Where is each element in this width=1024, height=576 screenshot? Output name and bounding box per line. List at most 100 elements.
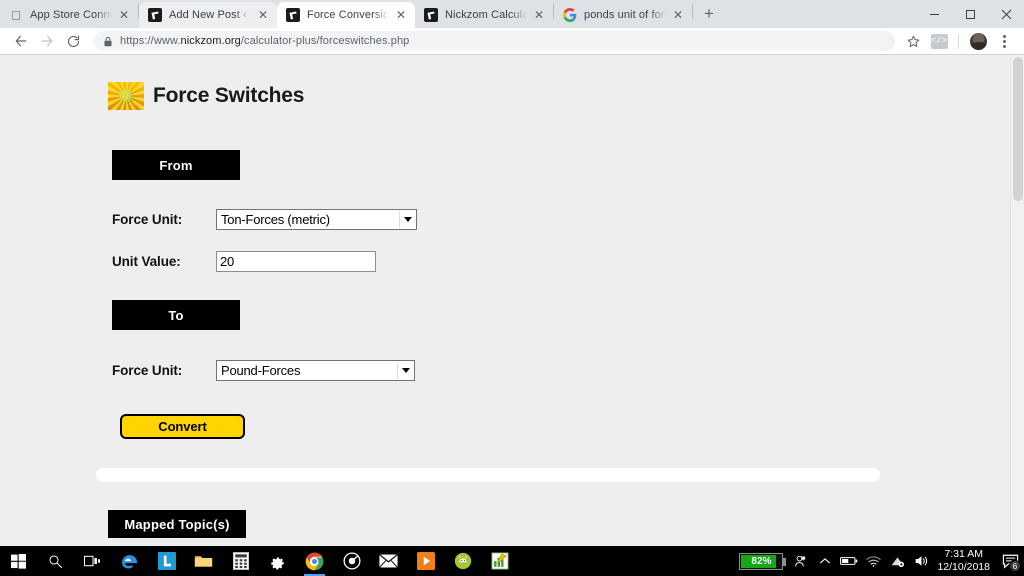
kebab-menu-icon[interactable] bbox=[992, 29, 1016, 53]
toolbar-actions: </> bbox=[901, 29, 1016, 53]
conversion-form: From Force Unit: Ton-Forces (metric) Uni… bbox=[0, 150, 1010, 546]
network-icon[interactable] bbox=[885, 546, 909, 576]
volume-icon[interactable] bbox=[909, 546, 933, 576]
tab-title: Add New Post ‹ Nickzom Blog bbox=[169, 9, 251, 21]
action-center-icon[interactable]: 6 bbox=[996, 546, 1024, 576]
star-icon[interactable] bbox=[901, 29, 925, 53]
reload-icon[interactable] bbox=[60, 28, 86, 54]
url-domain: nickzom.org bbox=[180, 35, 241, 47]
tab-divider bbox=[692, 4, 693, 19]
tab-title: ponds unit of force - Google S bbox=[584, 9, 666, 21]
close-icon[interactable]: ✕ bbox=[255, 7, 271, 23]
browser-tab-strip:  App Store Connect ✕ Add New Post ‹ Nic… bbox=[0, 0, 1024, 28]
tab-app-store-connect[interactable]:  App Store Connect ✕ bbox=[0, 2, 138, 28]
letter-l-icon[interactable] bbox=[148, 546, 185, 576]
result-bar bbox=[96, 468, 880, 482]
battery-icon[interactable] bbox=[837, 546, 861, 576]
unit-value-input[interactable] bbox=[216, 250, 376, 272]
section-badge-mapped-topics: Mapped Topic(s) bbox=[108, 510, 246, 538]
url-text: https://www.nickzom.org/calculator-plus/… bbox=[120, 35, 409, 47]
target-icon[interactable] bbox=[333, 546, 370, 576]
clock-date: 12/10/2018 bbox=[937, 561, 990, 573]
start-button[interactable] bbox=[0, 546, 37, 576]
tab-google-search[interactable]: ponds unit of force - Google S ✕ bbox=[554, 2, 692, 28]
tab-add-new-post[interactable]: Add New Post ‹ Nickzom Blog ✕ bbox=[139, 2, 277, 28]
browser-toolbar: https://www.nickzom.org/calculator-plus/… bbox=[0, 28, 1024, 55]
nickzom-icon bbox=[286, 8, 300, 22]
tab-nickzom-calculator-plus[interactable]: Nickzom Calculator+ ✕ bbox=[415, 2, 553, 28]
screen:  App Store Connect ✕ Add New Post ‹ Nic… bbox=[0, 0, 1024, 576]
notification-count-badge: 6 bbox=[1009, 560, 1021, 572]
address-bar[interactable]: https://www.nickzom.org/calculator-plus/… bbox=[94, 31, 895, 51]
forward-arrow-icon bbox=[34, 28, 60, 54]
nickzom-icon bbox=[148, 8, 162, 22]
taskbar-apps bbox=[0, 546, 518, 576]
close-icon[interactable]: ✕ bbox=[393, 7, 409, 23]
section-badge-from: From bbox=[112, 150, 240, 180]
tab-title: Nickzom Calculator+ bbox=[445, 9, 527, 21]
apple-icon:  bbox=[9, 8, 23, 22]
tab-title: App Store Connect bbox=[30, 9, 112, 21]
avatar[interactable] bbox=[966, 29, 990, 53]
tab-force-conversion[interactable]: Force Conversion ✕ bbox=[277, 2, 415, 28]
clock[interactable]: 7:31 AM 12/10/2018 bbox=[933, 546, 996, 576]
clock-time: 7:31 AM bbox=[944, 548, 983, 560]
section-badge-to: To bbox=[112, 300, 240, 330]
chevron-down-icon bbox=[404, 217, 412, 222]
lock-icon bbox=[102, 36, 113, 47]
close-icon[interactable]: ✕ bbox=[670, 7, 686, 23]
folder-icon[interactable] bbox=[185, 546, 222, 576]
url-path: /calculator-plus/forceswitches.php bbox=[240, 35, 410, 47]
window-controls bbox=[916, 0, 1024, 28]
nickzom-icon bbox=[424, 8, 438, 22]
select-divider bbox=[399, 210, 400, 228]
minimize-icon[interactable] bbox=[916, 0, 952, 28]
edge-icon[interactable] bbox=[111, 546, 148, 576]
extension-label: </> bbox=[930, 33, 948, 49]
from-unit-row: Force Unit: Ton-Forces (metric) bbox=[112, 207, 1010, 231]
play-icon[interactable] bbox=[407, 546, 444, 576]
task-view-icon[interactable] bbox=[74, 546, 111, 576]
from-value-row: Unit Value: bbox=[112, 249, 1010, 273]
from-force-unit-value: Ton-Forces (metric) bbox=[221, 211, 330, 227]
battery-percentage-widget[interactable]: 82% bbox=[739, 552, 787, 570]
from-force-unit-select[interactable]: Ton-Forces (metric) bbox=[216, 208, 417, 230]
gear-icon[interactable] bbox=[259, 546, 296, 576]
to-unit-row: Force Unit: Pound-Forces bbox=[112, 358, 1010, 382]
chevron-down-icon bbox=[402, 368, 410, 373]
sunflower-logo bbox=[108, 82, 144, 110]
people-icon[interactable] bbox=[789, 546, 813, 576]
extension-badge[interactable]: </> bbox=[927, 29, 951, 53]
search-icon[interactable] bbox=[37, 546, 74, 576]
new-tab-button[interactable]: + bbox=[695, 0, 723, 27]
android-icon[interactable] bbox=[444, 546, 481, 576]
page-title: Force Switches bbox=[153, 84, 305, 107]
to-force-unit-select[interactable]: Pound-Forces bbox=[216, 359, 415, 381]
google-icon bbox=[563, 8, 577, 22]
to-unit-label: Force Unit: bbox=[112, 362, 183, 378]
from-unit-label: Force Unit: bbox=[112, 211, 183, 227]
close-icon[interactable]: ✕ bbox=[116, 7, 132, 23]
convert-button[interactable]: Convert bbox=[120, 414, 245, 439]
back-arrow-icon[interactable] bbox=[8, 28, 34, 54]
page-scrollbar[interactable] bbox=[1010, 55, 1024, 546]
toolbar-divider bbox=[958, 33, 959, 49]
maximize-icon[interactable] bbox=[952, 0, 988, 28]
select-divider bbox=[397, 361, 398, 379]
windows-taskbar: 82% 7:31 AM 12/10/2018 6 bbox=[0, 546, 1024, 576]
wifi-icon[interactable] bbox=[861, 546, 885, 576]
page-header: Force Switches bbox=[0, 55, 1010, 110]
scrollbar-thumb[interactable] bbox=[1013, 57, 1023, 201]
chrome-icon[interactable] bbox=[296, 546, 333, 576]
tab-title: Force Conversion bbox=[307, 9, 389, 21]
close-icon[interactable] bbox=[988, 0, 1024, 28]
close-icon[interactable]: ✕ bbox=[531, 7, 547, 23]
calculator-icon[interactable] bbox=[222, 546, 259, 576]
url-scheme: https://www. bbox=[120, 35, 181, 47]
system-tray: 82% 7:31 AM 12/10/2018 6 bbox=[739, 546, 1024, 576]
unit-value-label: Unit Value: bbox=[112, 253, 181, 269]
chart-editor-icon[interactable] bbox=[481, 546, 518, 576]
to-force-unit-value: Pound-Forces bbox=[221, 362, 301, 378]
chevron-up-icon[interactable] bbox=[813, 546, 837, 576]
envelope-icon[interactable] bbox=[370, 546, 407, 576]
